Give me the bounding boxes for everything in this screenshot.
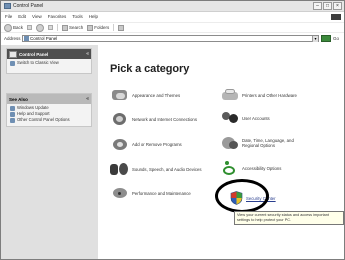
performance-icon (111, 186, 129, 200)
toolbar-divider (113, 24, 115, 31)
search-icon (62, 24, 69, 31)
menu-help[interactable]: Help (89, 13, 98, 21)
category-programs[interactable]: Add or Remove Programs (111, 137, 182, 151)
menu-file[interactable]: File (5, 13, 12, 21)
folders-icon (87, 24, 94, 31)
category-label: User Accounts (242, 115, 270, 121)
title-bar[interactable]: Control Panel – □ × (1, 1, 344, 12)
search-button[interactable]: Search (62, 24, 84, 31)
toolbar: Back Search Folders (1, 22, 344, 33)
window-controls: – □ × (313, 2, 342, 10)
other-options-link[interactable]: Other Control Panel Options (10, 117, 88, 123)
close-button[interactable]: × (333, 2, 342, 10)
appearance-icon (111, 88, 129, 102)
toolbar-divider (57, 24, 59, 31)
other-options-label: Other Control Panel Options (17, 117, 70, 122)
control-panel-header[interactable]: Control Panel « (7, 49, 91, 59)
collapse-chevron-icon[interactable]: « (86, 96, 89, 102)
folders-button[interactable]: Folders (87, 24, 110, 31)
category-network[interactable]: Network and Internet Connections (111, 112, 197, 126)
control-panel-small-icon (24, 36, 29, 41)
accessibility-icon (221, 161, 239, 175)
control-panel-body: Switch to Classic View (7, 59, 91, 69)
category-label: Performance and Maintenance (132, 190, 191, 196)
back-button[interactable]: Back (4, 23, 24, 32)
help-icon (10, 112, 15, 117)
control-panel-window: Control Panel – □ × File Edit View Favor… (0, 0, 345, 260)
address-label: Address (4, 36, 21, 41)
minimize-button[interactable]: – (313, 2, 322, 10)
category-performance[interactable]: Performance and Maintenance (111, 186, 191, 200)
folders-label: Folders (94, 25, 110, 30)
category-label: Network and Internet Connections (132, 116, 197, 122)
category-accessibility[interactable]: Accessibility Options (221, 161, 281, 175)
programs-icon (111, 137, 129, 151)
forward-button[interactable] (36, 23, 45, 32)
menu-favorites[interactable]: Favorites (48, 13, 67, 21)
category-label: Printers and Other Hardware (242, 92, 297, 98)
category-datetime[interactable]: Date, Time, Language, and Regional Optio… (221, 136, 308, 150)
search-label: Search (69, 25, 84, 30)
network-icon (111, 112, 129, 126)
windows-logo (331, 14, 341, 20)
up-folder-icon[interactable] (48, 25, 54, 30)
clock-icon (221, 136, 239, 150)
window-title: Control Panel (13, 3, 44, 9)
left-task-pane: Control Panel « Switch to Classic View S… (1, 45, 98, 259)
category-appearance[interactable]: Appearance and Themes (111, 88, 180, 102)
address-field[interactable]: Control Panel ▾ (22, 35, 319, 42)
back-label: Back (13, 25, 24, 30)
see-also-body: Windows Update Help and Support Other Co… (7, 104, 91, 126)
control-panel-icon (4, 3, 11, 9)
control-panel-box: Control Panel « Switch to Classic View (6, 48, 92, 74)
category-label: Sounds, Speech, and Audio Devices (132, 166, 202, 172)
security-center-tooltip: View your current security status and ac… (234, 211, 344, 225)
menu-edit[interactable]: Edit (18, 13, 26, 21)
go-label[interactable]: Go (333, 36, 339, 41)
control-panel-header-title: Control Panel (19, 51, 49, 57)
category-sounds[interactable]: Sounds, Speech, and Audio Devices (109, 162, 202, 176)
go-arrow-icon[interactable] (321, 35, 331, 42)
see-also-box: See Also « Windows Update Help and Suppo… (6, 93, 92, 127)
category-label: Appearance and Themes (132, 92, 181, 98)
switch-view-icon (10, 61, 15, 66)
address-value: Control Panel (30, 36, 58, 41)
switch-classic-view-label: Switch to Classic View (17, 60, 59, 65)
control-panel-header-icon (9, 50, 17, 58)
category-users[interactable]: User Accounts (221, 111, 270, 125)
windows-update-icon (10, 106, 15, 111)
options-icon (10, 118, 15, 123)
category-printers[interactable]: Printers and Other Hardware (221, 88, 297, 102)
see-also-header[interactable]: See Also « (7, 94, 91, 104)
address-bar: Address Control Panel ▾ Go (1, 34, 344, 43)
users-icon (221, 111, 239, 125)
category-label: Date, Time, Language, and Regional Optio… (242, 138, 294, 148)
see-also-title: See Also (9, 96, 28, 102)
address-dropdown-icon[interactable]: ▾ (312, 35, 318, 42)
views-icon[interactable] (118, 24, 125, 31)
menu-view[interactable]: View (32, 13, 42, 21)
back-dropdown-icon[interactable] (27, 25, 33, 30)
speaker-icon (109, 162, 129, 176)
printer-icon (221, 88, 239, 102)
category-label: Add or Remove Programs (132, 141, 182, 147)
maximize-button[interactable]: □ (323, 2, 332, 10)
highlight-circle (215, 179, 269, 213)
collapse-chevron-icon[interactable]: « (86, 51, 89, 57)
switch-classic-view-link[interactable]: Switch to Classic View (10, 60, 88, 66)
category-label: Accessibility Options (242, 165, 282, 171)
menu-bar: File Edit View Favorites Tools Help (1, 13, 344, 21)
back-arrow-icon (4, 23, 12, 32)
main-content: Pick a category Appearance and Themes Ne… (98, 45, 344, 259)
menu-tools[interactable]: Tools (72, 13, 83, 21)
page-title: Pick a category (110, 63, 190, 75)
